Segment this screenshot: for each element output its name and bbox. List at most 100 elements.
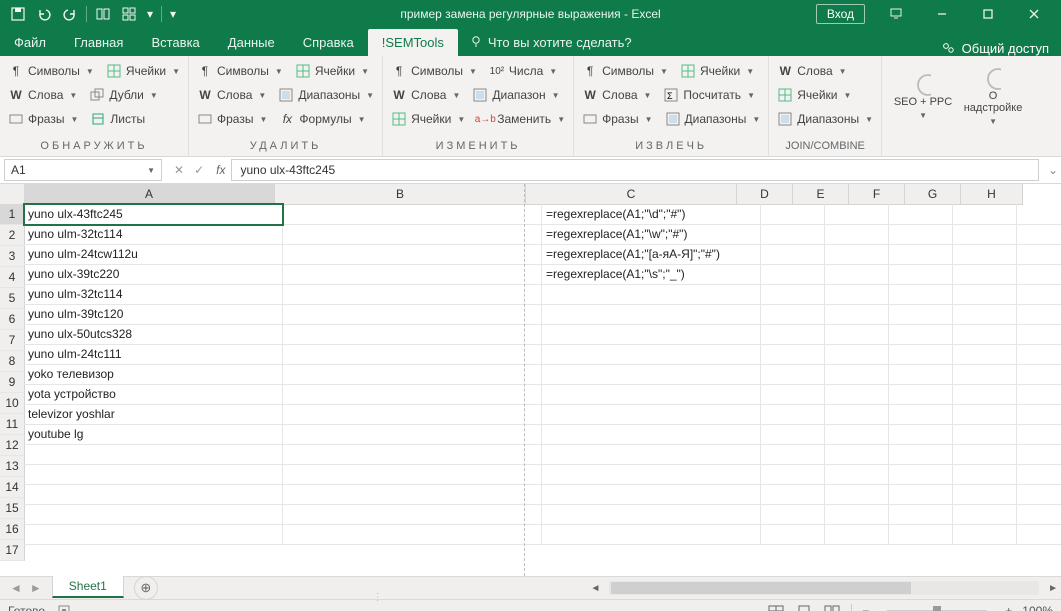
cell[interactable] (825, 484, 889, 505)
row-header[interactable]: 8 (0, 351, 25, 372)
cell[interactable] (24, 524, 283, 545)
cell[interactable] (825, 444, 889, 465)
sheet-next-icon[interactable]: ► (30, 581, 42, 595)
qat-icon-1[interactable] (93, 4, 113, 24)
col-header[interactable]: A (24, 184, 275, 205)
cell[interactable] (542, 464, 761, 485)
cell[interactable] (1017, 504, 1061, 525)
tab-вставка[interactable]: Вставка (137, 29, 213, 56)
btn-formulas[interactable]: fxФормулы▼ (279, 108, 365, 130)
cell[interactable] (889, 264, 953, 285)
cell[interactable] (825, 504, 889, 525)
cell[interactable] (953, 224, 1017, 245)
btn-cells-3[interactable]: Ячейки▼ (391, 108, 465, 130)
minimize-icon[interactable] (919, 0, 965, 28)
btn-ranges-4[interactable]: Диапазоны▼ (665, 108, 761, 130)
cell[interactable] (542, 344, 761, 365)
cell[interactable] (283, 504, 542, 525)
hscroll-thumb[interactable] (611, 582, 911, 594)
cell[interactable] (542, 324, 761, 345)
cell[interactable] (761, 284, 825, 305)
cell[interactable] (889, 484, 953, 505)
cell[interactable] (825, 264, 889, 285)
btn-seo-ppc[interactable]: SEO + PPC ▼ (890, 60, 956, 136)
row-header[interactable]: 2 (0, 225, 25, 246)
cell[interactable] (24, 484, 283, 505)
cell[interactable] (761, 344, 825, 365)
cell[interactable] (889, 524, 953, 545)
btn-sheets[interactable]: Листы (90, 108, 145, 130)
row-header[interactable]: 12 (0, 435, 25, 456)
cell[interactable]: yuno ulx-39tc220 (24, 264, 283, 285)
cell[interactable]: yuno ulm-32tc114 (24, 224, 283, 245)
login-button[interactable]: Вход (816, 4, 865, 24)
btn-symbols-4[interactable]: ¶Символы▼ (582, 60, 668, 82)
cell[interactable] (1017, 324, 1061, 345)
cell[interactable] (889, 324, 953, 345)
btn-dupes[interactable]: Дубли▼ (89, 84, 158, 106)
row-header[interactable]: 11 (0, 414, 25, 435)
cell[interactable] (825, 524, 889, 545)
cell[interactable] (953, 304, 1017, 325)
cell[interactable]: =regexreplace(A1;"\d";"#") (542, 204, 761, 225)
cell[interactable] (953, 264, 1017, 285)
hscroll-track[interactable] (609, 581, 1039, 595)
cell[interactable] (1017, 404, 1061, 425)
cell[interactable]: yota устройство (24, 384, 283, 405)
tab-файл[interactable]: Файл (0, 29, 60, 56)
cell[interactable] (1017, 224, 1061, 245)
accept-icon[interactable]: ✓ (194, 163, 204, 177)
cell[interactable] (283, 464, 542, 485)
row-header[interactable]: 7 (0, 330, 25, 351)
row-header[interactable]: 15 (0, 498, 25, 519)
btn-words-4[interactable]: WСлова▼ (582, 84, 651, 106)
view-page-icon[interactable] (795, 603, 813, 611)
cell[interactable] (283, 284, 542, 305)
fx-icon[interactable]: fx (210, 163, 231, 177)
cell[interactable] (542, 524, 761, 545)
sheet-prev-icon[interactable]: ◄ (10, 581, 22, 595)
col-header[interactable]: D (737, 184, 793, 205)
cell[interactable] (889, 384, 953, 405)
cell[interactable] (542, 404, 761, 425)
cell[interactable]: yuno ulx-43ftc245 (24, 204, 283, 225)
cell[interactable] (761, 384, 825, 405)
cell[interactable] (825, 424, 889, 445)
cell[interactable] (953, 504, 1017, 525)
cell[interactable] (761, 364, 825, 385)
cell[interactable] (1017, 364, 1061, 385)
redo-icon[interactable] (60, 4, 80, 24)
zoom-out-icon[interactable]: − (862, 604, 869, 611)
cell[interactable] (283, 324, 542, 345)
col-header[interactable]: H (961, 184, 1023, 205)
row-header[interactable]: 5 (0, 288, 25, 309)
cell[interactable] (542, 504, 761, 525)
btn-words-2[interactable]: WСлова▼ (197, 84, 266, 106)
cell[interactable] (283, 524, 542, 545)
cell[interactable] (542, 484, 761, 505)
cell[interactable] (1017, 484, 1061, 505)
qat-icon-2[interactable] (119, 4, 139, 24)
btn-ranges-2[interactable]: Диапазоны▼ (278, 84, 374, 106)
cells-body[interactable]: yuno ulx-43ftc245 =regexreplace(A1;"\d";"… (24, 204, 1061, 544)
cell[interactable] (1017, 344, 1061, 365)
cell[interactable] (825, 224, 889, 245)
add-sheet-button[interactable]: ⊕ (134, 576, 158, 600)
cell[interactable] (283, 484, 542, 505)
btn-cells-2[interactable]: Ячейки▼ (295, 60, 369, 82)
customize-qat-icon[interactable]: ▾ (168, 4, 178, 24)
split-grip-icon[interactable]: ⋮ (373, 592, 383, 603)
cell[interactable] (542, 284, 761, 305)
btn-numbers[interactable]: 10²Числа▼ (489, 60, 557, 82)
btn-phrases-1[interactable]: Фразы▼ (8, 108, 78, 130)
cell[interactable] (889, 204, 953, 225)
cell[interactable] (24, 504, 283, 525)
btn-symbols-3[interactable]: ¶Символы▼ (391, 60, 477, 82)
cell[interactable] (889, 464, 953, 485)
row-header[interactable]: 9 (0, 372, 25, 393)
cell[interactable] (1017, 444, 1061, 465)
cell[interactable] (761, 524, 825, 545)
col-header[interactable]: F (849, 184, 905, 205)
cell[interactable]: =regexreplace(A1;"\s";"_") (542, 264, 761, 285)
row-header[interactable]: 16 (0, 519, 25, 540)
